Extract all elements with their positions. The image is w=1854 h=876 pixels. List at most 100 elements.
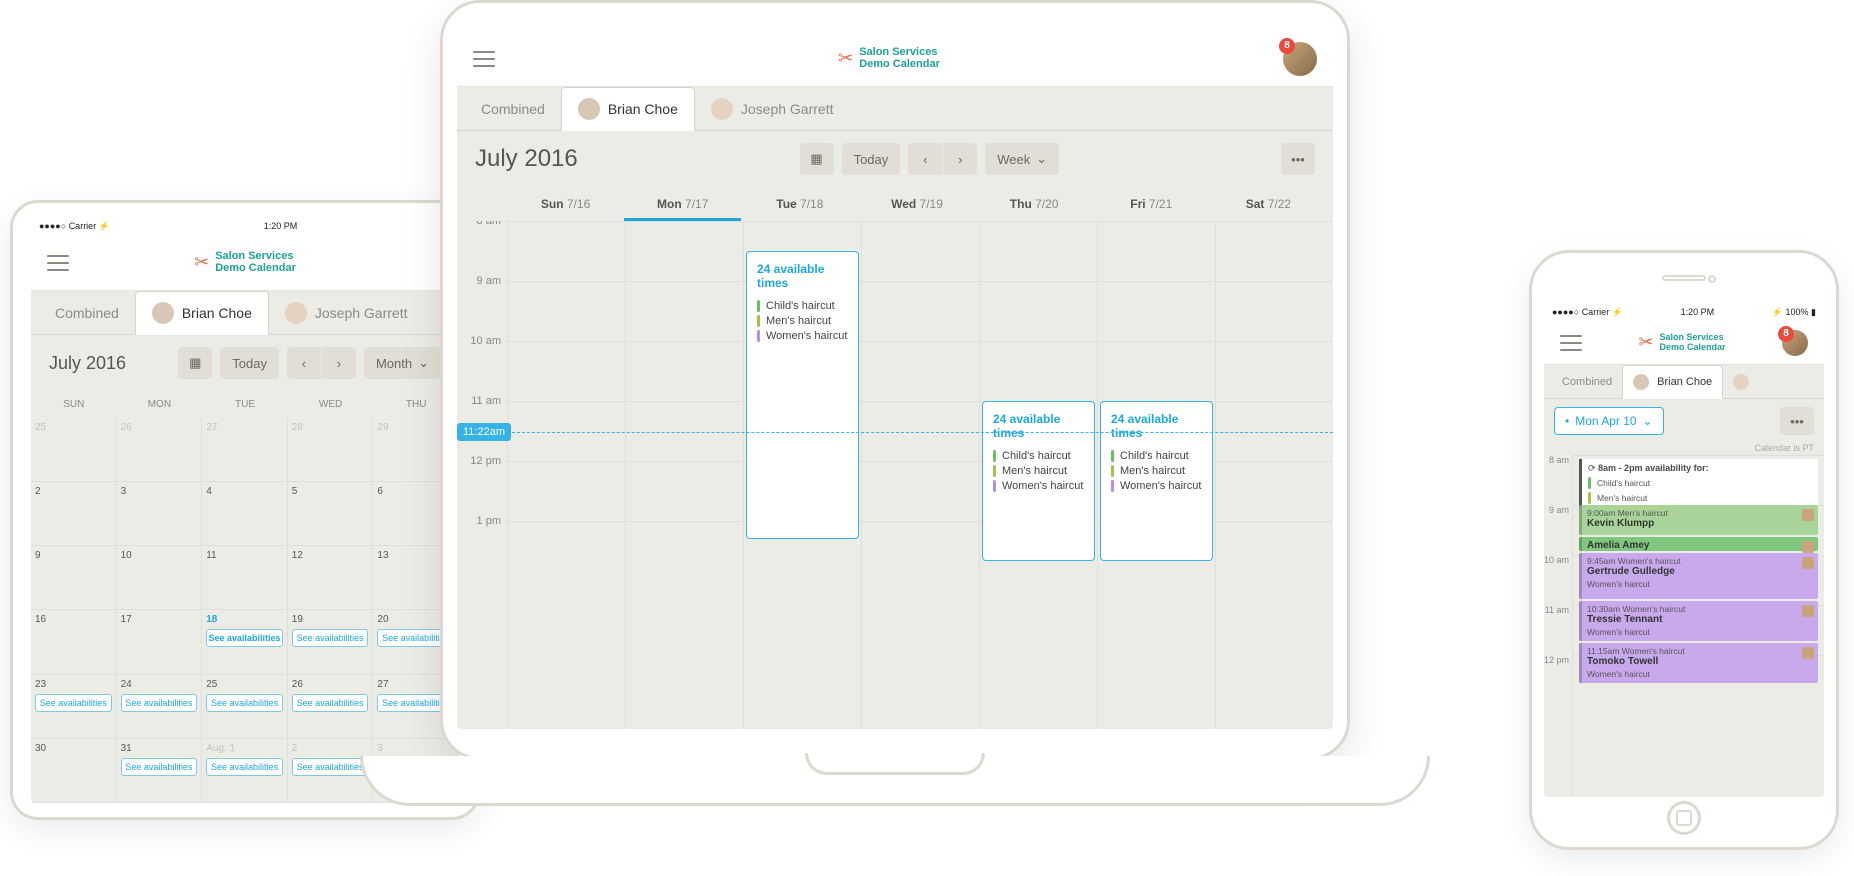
availability-card[interactable]: 24 available timesChild's haircutMen's h…	[1100, 401, 1213, 561]
month-cell[interactable]: 23See availabilities	[31, 675, 117, 739]
menu-icon[interactable]	[47, 255, 69, 271]
month-cell[interactable]: 10	[117, 546, 203, 610]
view-dropdown[interactable]: Week ⌄	[985, 143, 1059, 175]
hour-label: 9 am	[457, 275, 507, 335]
tab-joseph[interactable]	[1723, 365, 1759, 398]
prev-button[interactable]: ‹	[908, 143, 942, 175]
view-dropdown[interactable]: Month ⌄	[364, 347, 441, 379]
avatar	[578, 98, 600, 120]
month-cell[interactable]: 28	[288, 418, 374, 482]
hour-label: 9 am	[1544, 505, 1572, 555]
tab-combined[interactable]: Combined	[1552, 365, 1622, 398]
month-cell[interactable]: 31See availabilities	[117, 739, 203, 803]
tab-brian[interactable]: Brian Choe	[135, 291, 269, 335]
day-column[interactable]	[1215, 221, 1333, 729]
see-availabilities-button[interactable]: See availabilities	[35, 694, 112, 712]
month-cell[interactable]: 5	[288, 482, 374, 546]
prev-button[interactable]: ‹	[287, 347, 321, 379]
more-button[interactable]: •••	[1281, 143, 1315, 175]
tab-brian[interactable]: Brian Choe	[1622, 365, 1723, 399]
day-column[interactable]	[861, 221, 979, 729]
month-cell[interactable]: 26See availabilities	[288, 675, 374, 739]
month-cell[interactable]: 18See availabilities	[202, 610, 288, 674]
tab-combined[interactable]: Combined	[465, 87, 561, 130]
tab-joseph[interactable]: Joseph Garrett	[695, 87, 850, 130]
home-button[interactable]	[1667, 801, 1701, 835]
chevron-down-icon: ⌄	[1643, 414, 1653, 428]
day-column[interactable]	[507, 221, 625, 729]
tab-combined[interactable]: Combined	[39, 291, 135, 334]
hour-label: 8 am	[457, 221, 507, 275]
app-bar: ✂ Salon ServicesDemo Calendar 8	[1544, 321, 1824, 365]
appointment[interactable]: 11:15am Women's haircutTomoko TowellWome…	[1579, 643, 1818, 683]
agenda-view: 8 am9 am10 am11 am12 pm ⟳ 8am - 2pm avai…	[1544, 455, 1824, 797]
profile-avatar[interactable]: 8	[1782, 330, 1808, 356]
calendar-title: July 2016	[49, 353, 126, 374]
month-cell[interactable]: 17	[117, 610, 203, 674]
month-cell[interactable]: 2	[31, 482, 117, 546]
toolbar: July 2016 ▦ Today ‹ › Week ⌄ •••	[457, 131, 1333, 187]
appointment[interactable]: 9:45am Women's haircutGertrude GulledgeW…	[1579, 553, 1818, 599]
menu-icon[interactable]	[1560, 335, 1582, 351]
month-cell[interactable]: 4	[202, 482, 288, 546]
month-cell[interactable]: 27	[202, 418, 288, 482]
profile-avatar[interactable]: 8	[1283, 42, 1317, 76]
day-column[interactable]: 24 available timesChild's haircutMen's h…	[979, 221, 1097, 729]
menu-icon[interactable]	[473, 51, 495, 67]
see-availabilities-button[interactable]: See availabilities	[206, 758, 283, 776]
tab-brian[interactable]: Brian Choe	[561, 87, 695, 131]
tablet-device: ●●●●○ Carrier ⚡ 1:20 PM ✂ Salon Services…	[10, 200, 480, 820]
appointment[interactable]: Amelia Amey	[1579, 537, 1818, 551]
month-cell[interactable]: 16	[31, 610, 117, 674]
app-bar: ✂ Salon ServicesDemo Calendar 8	[457, 31, 1333, 87]
appointment[interactable]: 9:00am Men's haircutKevin Klumpp	[1579, 505, 1818, 535]
notification-badge: 8	[1778, 326, 1794, 342]
month-cell[interactable]: 11	[202, 546, 288, 610]
tab-joseph[interactable]: Joseph Garrett	[269, 291, 424, 334]
month-cell[interactable]: 25See availabilities	[202, 675, 288, 739]
see-availabilities-button[interactable]: See availabilities	[292, 758, 369, 776]
app-bar: ✂ Salon ServicesDemo Calendar	[31, 235, 459, 291]
day-column[interactable]	[625, 221, 743, 729]
dow-label: WED	[288, 391, 374, 418]
grid-icon[interactable]: ▦	[800, 143, 834, 175]
clock: 1:20 PM	[264, 221, 298, 231]
month-cell[interactable]: Aug. 1See availabilities	[202, 739, 288, 803]
see-availabilities-button[interactable]: See availabilities	[206, 694, 283, 712]
see-availabilities-button[interactable]: See availabilities	[121, 758, 198, 776]
month-cell[interactable]: 2See availabilities	[288, 739, 374, 803]
more-button[interactable]: •••	[1780, 407, 1814, 435]
month-cell[interactable]: 24See availabilities	[117, 675, 203, 739]
laptop-screen: ✂ Salon ServicesDemo Calendar 8 Combined…	[457, 31, 1333, 729]
today-button[interactable]: Today	[220, 347, 279, 379]
month-cell[interactable]: 26	[117, 418, 203, 482]
see-availabilities-button[interactable]: See availabilities	[292, 694, 369, 712]
day-header: Wed 7/19	[858, 187, 975, 221]
day-column[interactable]: 24 available timesChild's haircutMen's h…	[743, 221, 861, 729]
scissors-icon: ✂	[838, 48, 853, 69]
see-availabilities-button[interactable]: See availabilities	[121, 694, 198, 712]
month-cell[interactable]: 30	[31, 739, 117, 803]
availability-card[interactable]: 24 available timesChild's haircutMen's h…	[746, 251, 859, 539]
brand-logo: ✂ Salon ServicesDemo Calendar	[495, 47, 1283, 70]
day-column[interactable]: 24 available timesChild's haircutMen's h…	[1097, 221, 1215, 729]
tablet-screen: ●●●●○ Carrier ⚡ 1:20 PM ✂ Salon Services…	[31, 217, 459, 803]
appointment[interactable]: 10:30am Women's haircutTressie TennantWo…	[1579, 601, 1818, 641]
grid-icon[interactable]: ▦	[178, 347, 212, 379]
see-availabilities-button[interactable]: See availabilities	[292, 629, 369, 647]
month-cell[interactable]: 3	[117, 482, 203, 546]
laptop-base	[360, 756, 1430, 806]
availability-card[interactable]: 24 available timesChild's haircutMen's h…	[982, 401, 1095, 561]
date-dropdown[interactable]: • Mon Apr 10 ⌄	[1554, 407, 1664, 435]
avatar	[711, 98, 733, 120]
month-cell[interactable]: 9	[31, 546, 117, 610]
month-cell[interactable]: 12	[288, 546, 374, 610]
today-button[interactable]: Today	[842, 143, 901, 175]
tabs: Combined Brian Choe	[1544, 365, 1824, 399]
month-cell[interactable]: 19See availabilities	[288, 610, 374, 674]
next-button[interactable]: ›	[943, 143, 977, 175]
month-cell[interactable]: 25	[31, 418, 117, 482]
see-availabilities-button[interactable]: See availabilities	[206, 629, 283, 647]
battery: ⚡ 100% ▮	[1772, 307, 1816, 318]
next-button[interactable]: ›	[322, 347, 356, 379]
